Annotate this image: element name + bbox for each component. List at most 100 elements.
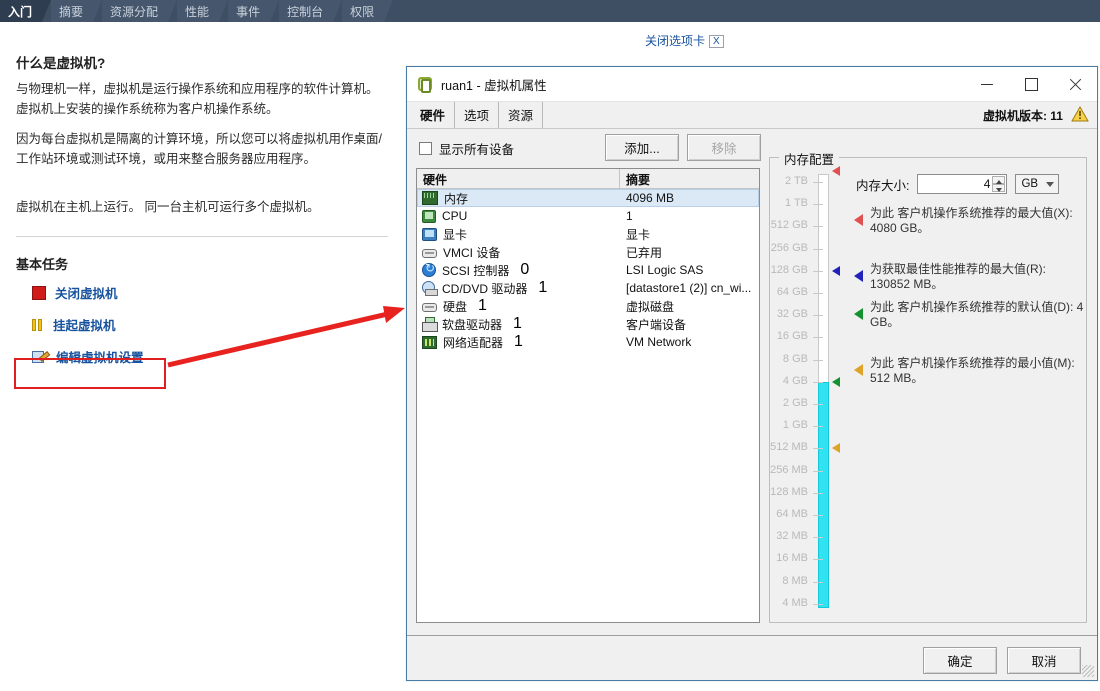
slider-tick bbox=[813, 226, 823, 227]
slider-tick bbox=[813, 426, 823, 427]
default-marker[interactable] bbox=[832, 377, 840, 387]
pause-icon bbox=[32, 319, 44, 331]
hardware-name: CPU bbox=[442, 209, 467, 223]
task-power-off-vm[interactable]: 关闭虚拟机 bbox=[32, 283, 118, 302]
slider-tick bbox=[813, 382, 823, 383]
close-tab-x-icon[interactable]: X bbox=[709, 35, 724, 48]
memory-size-row: 内存大小: 4 GB bbox=[856, 174, 1059, 194]
perf-marker[interactable] bbox=[832, 266, 840, 276]
hardware-summary: 虚拟磁盘 bbox=[620, 298, 759, 315]
slider-tick-label: 1 TB bbox=[785, 197, 808, 209]
tab-0[interactable]: 入门 bbox=[0, 0, 42, 22]
slider-tick-label: 64 MB bbox=[776, 508, 808, 520]
ok-button[interactable]: 确定 bbox=[923, 647, 997, 674]
hardware-name: 显卡 bbox=[443, 226, 467, 243]
hardware-name: 硬盘 bbox=[443, 298, 467, 315]
hardware-summary: 1 bbox=[620, 209, 759, 223]
table-row[interactable]: 内存4096 MB bbox=[417, 189, 759, 207]
table-row[interactable]: 硬盘1虚拟磁盘 bbox=[417, 297, 759, 315]
hardware-list[interactable]: 硬件 摘要 内存4096 MBCPU1显卡显卡VMCI 设备已弃用SCSI 控制… bbox=[416, 168, 760, 623]
slider-tick-label: 2 GB bbox=[783, 397, 808, 409]
slider-tick-label: 512 GB bbox=[771, 219, 808, 231]
slider-tick bbox=[813, 582, 823, 583]
resize-grip[interactable] bbox=[1082, 665, 1094, 677]
hardware-name: 软盘驱动器 bbox=[442, 316, 502, 333]
add-button[interactable]: 添加... bbox=[605, 134, 679, 161]
tab-5[interactable]: 控制台 bbox=[279, 0, 333, 22]
basic-tasks-heading: 基本任务 bbox=[16, 254, 68, 273]
tab-6[interactable]: 权限 bbox=[342, 0, 384, 22]
dialog-title-bar[interactable]: ruan1 - 虚拟机属性 bbox=[407, 67, 1097, 102]
memory-slider[interactable]: 2 TB1 TB512 GB256 GB128 GB64 GB32 GB16 G… bbox=[770, 164, 844, 619]
table-row[interactable]: VMCI 设备已弃用 bbox=[417, 243, 759, 261]
hardware-name-cell: SCSI 控制器0 bbox=[417, 261, 620, 279]
dialog-body: 显示所有设备 添加... 移除 硬件 摘要 内存4096 MBCPU1显卡显卡V… bbox=[407, 129, 1097, 640]
table-row[interactable]: SCSI 控制器0LSI Logic SAS bbox=[417, 261, 759, 279]
slider-tick-label: 32 MB bbox=[776, 530, 808, 542]
device-icon bbox=[422, 249, 437, 258]
memory-size-input[interactable]: 4 bbox=[917, 174, 1007, 194]
hardware-rows: 内存4096 MB CPU 1 显卡显卡VMCI 设备已弃用SCSI 控制器0LSI … bbox=[417, 189, 759, 351]
screen-root: 入门摘要资源分配性能事件控制台权限 关闭选项卡X 什么是虚拟机? 与物理机一样，… bbox=[0, 0, 1100, 691]
cancel-button[interactable]: 取消 bbox=[1007, 647, 1081, 674]
dialog-tabs: 硬件 选项 资源 虚拟机版本: 11 bbox=[407, 102, 1097, 129]
close-tab-area[interactable]: 关闭选项卡 X bbox=[645, 32, 724, 49]
task-label[interactable]: 关闭虚拟机 bbox=[55, 283, 118, 302]
slider-tick-label: 8 GB bbox=[783, 353, 808, 365]
memory-unit-select[interactable]: GB bbox=[1015, 174, 1059, 194]
minimize-button[interactable] bbox=[965, 67, 1009, 101]
close-tab-link[interactable]: 关闭选项卡 bbox=[645, 34, 705, 48]
min-marker[interactable] bbox=[832, 443, 840, 453]
hardware-index: 1 bbox=[514, 333, 523, 351]
slider-tick bbox=[813, 271, 823, 272]
note-text: 为此 客户机操作系统推荐的最小值(M): 512 MB。 bbox=[870, 356, 1086, 386]
tab-label: 性能 bbox=[185, 3, 209, 20]
table-row[interactable]: CD/DVD 驱动器1[datastore1 (2)] cn_wi... bbox=[417, 279, 759, 297]
hardware-index: 1 bbox=[513, 315, 522, 333]
vm-version-label: 虚拟机版本: 11 bbox=[983, 107, 1063, 124]
slider-tick-label: 128 GB bbox=[771, 264, 808, 276]
tab-options[interactable]: 选项 bbox=[455, 102, 499, 128]
task-label[interactable]: 挂起虚拟机 bbox=[53, 315, 116, 334]
tab-resources[interactable]: 资源 bbox=[499, 102, 543, 128]
slider-tick-label: 4 MB bbox=[782, 597, 808, 609]
hardware-index: 0 bbox=[520, 261, 529, 279]
tab-label: 权限 bbox=[350, 3, 374, 20]
table-row[interactable]: 网络适配器1VM Network bbox=[417, 333, 759, 351]
slider-tick-label: 256 MB bbox=[770, 464, 808, 476]
slider-tick bbox=[813, 249, 823, 250]
intro-paragraph-1: 与物理机一样，虚拟机是运行操作系统和应用程序的软件计算机。 虚拟机上安装的操作系… bbox=[16, 79, 388, 119]
tab-2[interactable]: 资源分配 bbox=[102, 0, 168, 22]
tab-4[interactable]: 事件 bbox=[228, 0, 270, 22]
hardware-name: 网络适配器 bbox=[443, 334, 503, 351]
tab-label: 入门 bbox=[8, 3, 32, 20]
show-all-devices-checkbox[interactable] bbox=[419, 142, 432, 155]
task-suspend-vm[interactable]: 挂起虚拟机 bbox=[32, 315, 116, 334]
slider-tick-label: 16 MB bbox=[776, 552, 808, 564]
hardware-name-cell: VMCI 设备 bbox=[417, 244, 620, 261]
hardware-summary: LSI Logic SAS bbox=[620, 263, 759, 277]
memory-configuration-group: 内存配置 内存大小: 4 GB 为此 客户机操作系统推荐的最大值(X): 408… bbox=[769, 157, 1087, 623]
table-row[interactable]: 显卡显卡 bbox=[417, 225, 759, 243]
memory-size-label: 内存大小: bbox=[856, 175, 909, 194]
hardware-index: 1 bbox=[538, 279, 547, 297]
tab-3[interactable]: 性能 bbox=[177, 0, 219, 22]
divider bbox=[16, 236, 388, 237]
slider-tick bbox=[813, 293, 823, 294]
maximize-button[interactable] bbox=[1009, 67, 1053, 101]
cdrom-icon bbox=[422, 281, 436, 295]
max-marker[interactable] bbox=[832, 166, 840, 176]
show-all-devices-row[interactable]: 显示所有设备 bbox=[419, 139, 514, 158]
vm-properties-dialog: ruan1 - 虚拟机属性 硬件 选项 资源 虚拟机版本: 11 显示所有设备 bbox=[406, 66, 1098, 681]
table-row[interactable]: CPU 1 bbox=[417, 207, 759, 225]
tab-hardware[interactable]: 硬件 bbox=[411, 102, 455, 128]
column-header-hardware: 硬件 bbox=[417, 169, 620, 188]
close-button[interactable] bbox=[1053, 67, 1097, 101]
tab-1[interactable]: 摘要 bbox=[51, 0, 93, 22]
table-row[interactable]: 软盘驱动器1客户端设备 bbox=[417, 315, 759, 333]
min-marker-icon bbox=[854, 364, 863, 376]
memory-size-stepper[interactable] bbox=[992, 176, 1005, 192]
hardware-summary: 4096 MB bbox=[620, 191, 759, 205]
slider-tick-label: 1 GB bbox=[783, 419, 808, 431]
remove-button: 移除 bbox=[687, 134, 761, 161]
